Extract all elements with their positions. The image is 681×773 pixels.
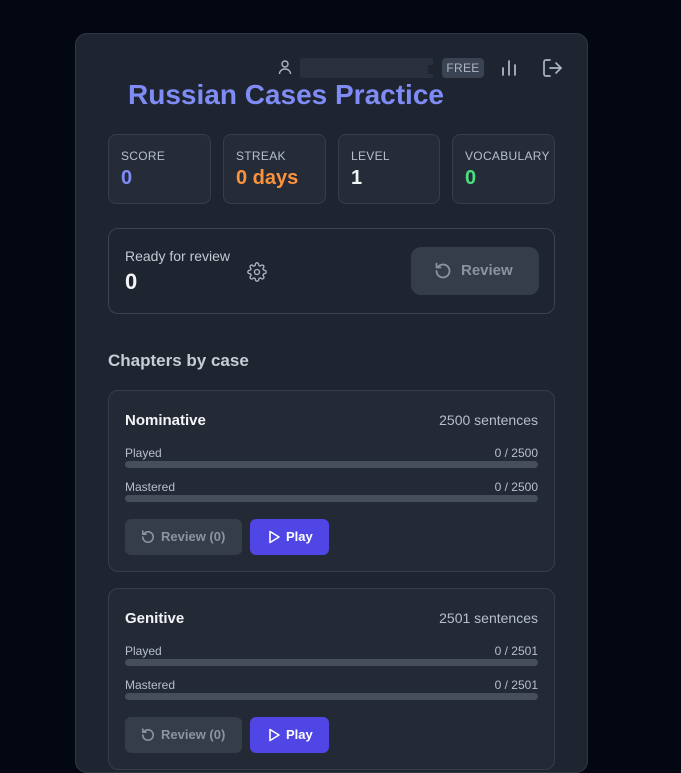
stats-row: SCORE 0 STREAK 0 days LEVEL 1 VOCABULARY… bbox=[108, 134, 555, 204]
user-icon bbox=[278, 59, 292, 75]
review-button[interactable]: Review bbox=[411, 247, 539, 295]
plan-badge: FREE bbox=[442, 58, 484, 78]
played-progress-track bbox=[125, 461, 538, 468]
vocabulary-label: VOCABULARY bbox=[465, 149, 550, 163]
mastered-progress-track bbox=[125, 693, 538, 700]
chapter-name: Nominative bbox=[125, 412, 206, 429]
user-name bbox=[300, 58, 433, 78]
chapter-card-genitive: Genitive 2501 sentences Played 0 / 2501 … bbox=[108, 588, 555, 770]
streak-label: STREAK bbox=[236, 149, 286, 163]
chapter-sentence-count: 2501 sentences bbox=[439, 610, 538, 626]
page-title: Russian Cases Practice bbox=[128, 79, 444, 110]
mastered-value: 0 / 2500 bbox=[494, 480, 538, 494]
played-progress: Played 0 / 2501 bbox=[125, 644, 538, 668]
score-value: 0 bbox=[121, 167, 133, 189]
mastered-progress: Mastered 0 / 2500 bbox=[125, 480, 538, 504]
streak-value: 0 days bbox=[236, 167, 299, 189]
main-panel: FREE Russian Cases Practice SCORE 0 STRE… bbox=[75, 33, 588, 773]
gear-icon[interactable] bbox=[247, 262, 267, 282]
streak-stat: STREAK 0 days bbox=[223, 134, 326, 204]
chapter-review-label: Review (0) bbox=[161, 727, 226, 742]
score-label: SCORE bbox=[121, 149, 166, 163]
refresh-icon bbox=[433, 261, 453, 281]
chapter-play-label: Play bbox=[286, 727, 313, 742]
level-stat: LEVEL 1 bbox=[338, 134, 440, 204]
review-ready-label: Ready for review bbox=[125, 248, 231, 264]
chapter-play-label: Play bbox=[286, 529, 313, 544]
refresh-icon bbox=[140, 529, 156, 545]
logout-icon[interactable] bbox=[542, 58, 564, 78]
level-label: LEVEL bbox=[351, 149, 390, 163]
refresh-icon bbox=[140, 727, 156, 743]
chapter-review-label: Review (0) bbox=[161, 529, 226, 544]
chapter-play-button[interactable]: Play bbox=[250, 519, 329, 555]
mastered-label: Mastered bbox=[125, 480, 176, 494]
played-progress-track bbox=[125, 659, 538, 666]
played-value: 0 / 2501 bbox=[494, 644, 538, 658]
review-button-label: Review bbox=[461, 262, 513, 279]
bar-chart-icon[interactable] bbox=[499, 58, 519, 78]
review-ready-count: 0 bbox=[125, 269, 138, 294]
mastered-label: Mastered bbox=[125, 678, 176, 692]
score-stat: SCORE 0 bbox=[108, 134, 211, 204]
chapter-review-button[interactable]: Review (0) bbox=[125, 519, 242, 555]
chapter-sentence-count: 2500 sentences bbox=[439, 412, 538, 428]
mastered-progress: Mastered 0 / 2501 bbox=[125, 678, 538, 702]
played-label: Played bbox=[125, 644, 162, 658]
level-value: 1 bbox=[351, 167, 363, 189]
mastered-progress-track bbox=[125, 495, 538, 502]
played-label: Played bbox=[125, 446, 162, 460]
review-card: Ready for review 0 Review bbox=[108, 228, 555, 314]
played-progress: Played 0 / 2500 bbox=[125, 446, 538, 470]
chapter-card-nominative: Nominative 2500 sentences Played 0 / 250… bbox=[108, 390, 555, 572]
played-value: 0 / 2500 bbox=[494, 446, 538, 460]
play-icon bbox=[267, 728, 281, 742]
user-name-divider bbox=[428, 65, 433, 74]
play-icon bbox=[267, 530, 281, 544]
mastered-value: 0 / 2501 bbox=[494, 678, 538, 692]
chapter-name: Genitive bbox=[125, 610, 185, 627]
chapters-heading: Chapters by case bbox=[108, 351, 249, 370]
vocabulary-stat: VOCABULARY 0 bbox=[452, 134, 555, 204]
vocabulary-value: 0 bbox=[465, 167, 477, 189]
